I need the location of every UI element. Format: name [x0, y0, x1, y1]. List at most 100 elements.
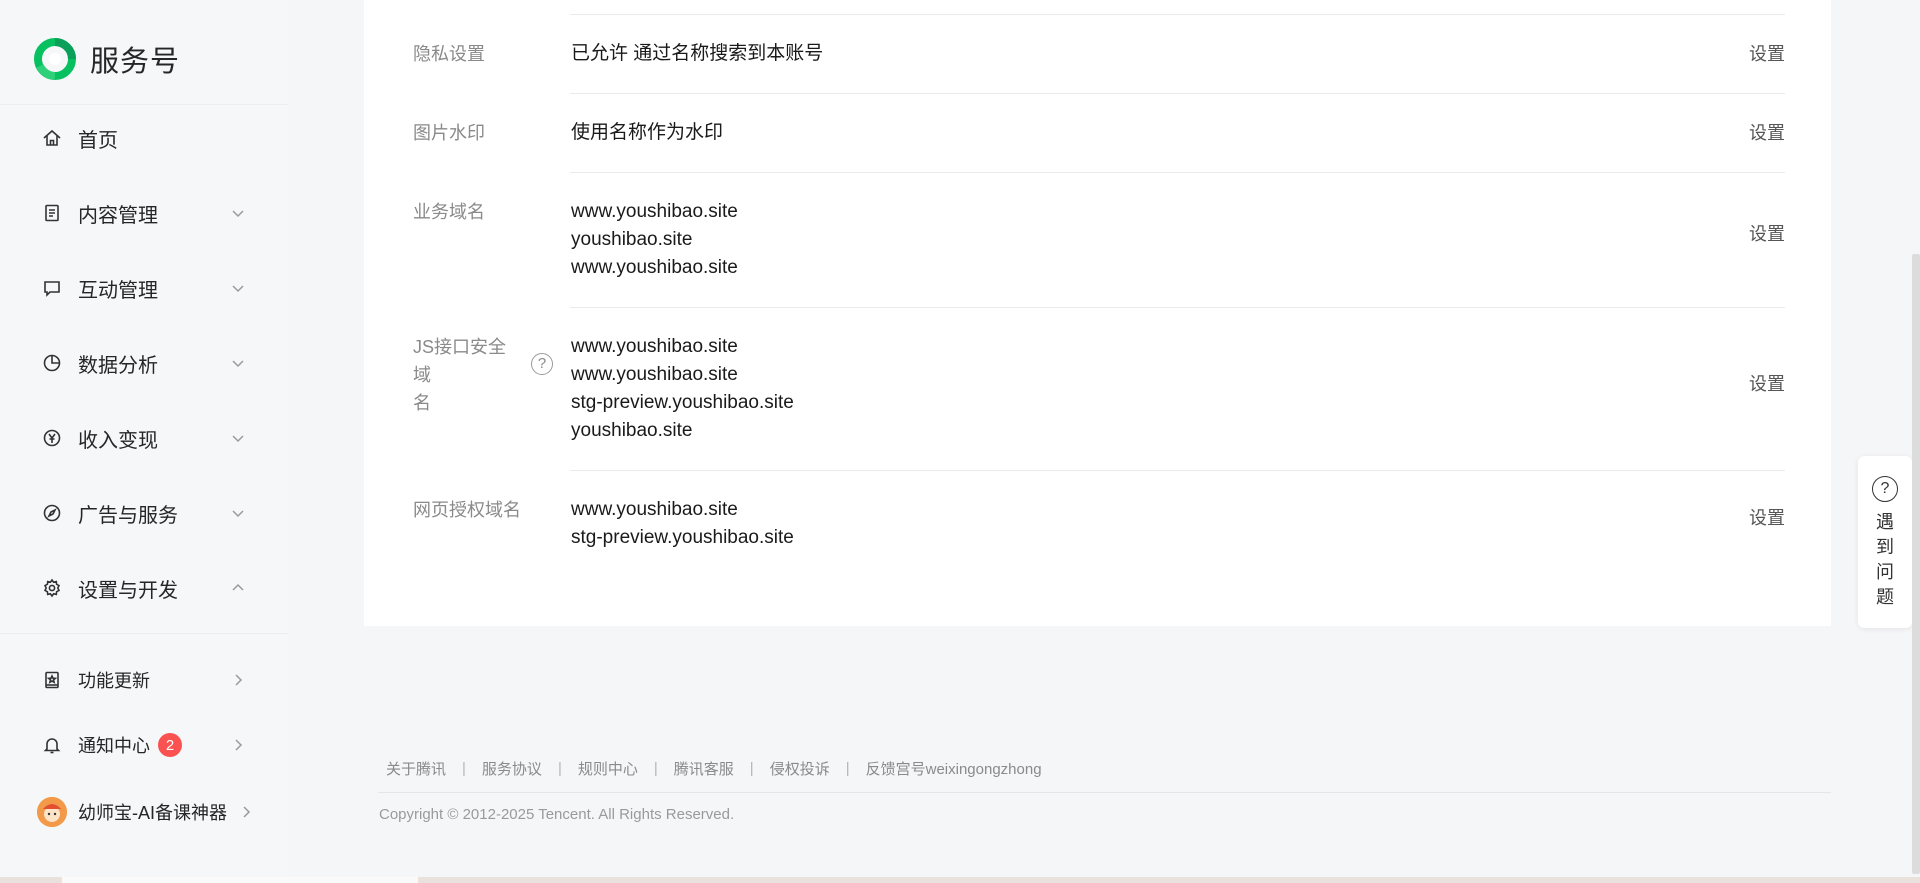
compass-icon	[40, 501, 64, 525]
row-value-line: youshibao.site	[571, 229, 693, 250]
row-divider	[570, 14, 1785, 15]
bell-icon	[40, 733, 64, 757]
settings-row-web-auth-domain: 网页授权域名 www.youshibao.site stg-preview.yo…	[364, 496, 1831, 556]
sidebar-divider	[0, 633, 288, 634]
chevron-down-icon	[228, 503, 248, 523]
bottom-strip	[0, 877, 1920, 883]
business-domain-settings-button[interactable]: 设置	[1749, 220, 1785, 248]
row-divider	[570, 470, 1785, 471]
footer-link-support[interactable]: 腾讯客服	[674, 758, 734, 779]
yuan-coin-icon	[40, 426, 64, 450]
document-icon	[40, 201, 64, 225]
sidebar-item-label: 互动管理	[78, 279, 158, 302]
scrollbar-thumb[interactable]	[1912, 254, 1920, 874]
row-label-line: JS接口安全域	[413, 337, 507, 385]
row-divider	[570, 172, 1785, 173]
settings-row-privacy: 隐私设置 已允许 通过名称搜索到本账号 设置	[364, 40, 1831, 94]
row-value-line: www.youshibao.site	[571, 364, 738, 385]
row-label: 网页授权域名	[413, 500, 521, 520]
settings-row-js-safe-domain: JS接口安全域 名 ? www.youshibao.site www.yoush…	[364, 333, 1831, 463]
row-value: www.youshibao.site youshibao.site www.yo…	[571, 198, 738, 282]
sidebar-item-analytics[interactable]: 数据分析	[40, 343, 254, 383]
row-label: 业务域名	[413, 202, 485, 222]
chevron-up-icon	[228, 578, 248, 598]
row-value: 使用名称作为水印	[571, 119, 723, 147]
sidebar-item-monetization[interactable]: 收入变现	[40, 418, 254, 458]
footer-link-about[interactable]: 关于腾讯	[386, 758, 446, 779]
avatar	[37, 797, 67, 827]
notification-count-badge: 2	[158, 733, 182, 757]
row-label: 隐私设置	[413, 44, 485, 64]
web-auth-domain-settings-button[interactable]: 设置	[1749, 504, 1785, 532]
bottom-strip-segment	[62, 877, 418, 883]
sidebar-item-label: 设置与开发	[78, 579, 178, 602]
footer-links: 关于腾讯 | 服务协议 | 规则中心 | 腾讯客服 | 侵权投诉 | 反馈宫号w…	[386, 758, 1042, 779]
sidebar-item-content[interactable]: 内容管理	[40, 193, 254, 233]
row-value-line: 已允许 通过名称搜索到本账号	[571, 43, 824, 64]
footer-link-infringement[interactable]: 侵权投诉	[770, 758, 830, 779]
row-label: 图片水印	[413, 123, 485, 143]
help-question-icon[interactable]: ?	[531, 353, 553, 375]
footer-separator: |	[557, 760, 562, 777]
copyright: Copyright © 2012-2025 Tencent. All Right…	[379, 806, 735, 823]
row-value-line: www.youshibao.site	[571, 201, 738, 222]
footer-separator: |	[653, 760, 658, 777]
privacy-settings-button[interactable]: 设置	[1749, 40, 1785, 68]
sidebar-item-home[interactable]: 首页	[40, 118, 254, 158]
row-value-line: www.youshibao.site	[571, 336, 738, 357]
service-account-logo-icon	[34, 38, 76, 80]
row-value-line: 使用名称作为水印	[571, 122, 724, 143]
sidebar-item-label: 内容管理	[78, 204, 158, 227]
settings-row-business-domain: 业务域名 www.youshibao.site youshibao.site w…	[364, 198, 1831, 306]
sidebar-item-interaction[interactable]: 互动管理	[40, 268, 254, 308]
sidebar-item-account[interactable]: 幼师宝-AI备课神器	[37, 792, 256, 832]
brand[interactable]: 服务号	[34, 36, 180, 82]
sidebar-item-label: 通知中心	[78, 736, 150, 756]
row-divider	[570, 307, 1785, 308]
js-safe-domain-settings-button[interactable]: 设置	[1749, 370, 1785, 398]
sidebar-item-label: 功能更新	[78, 671, 150, 691]
chat-bubble-icon	[40, 276, 64, 300]
watermark-settings-button[interactable]: 设置	[1749, 119, 1785, 147]
sidebar-item-updates[interactable]: 功能更新	[40, 660, 254, 700]
sidebar-divider	[0, 104, 288, 105]
row-label: JS接口安全域 名	[413, 333, 523, 417]
question-icon: ?	[1872, 476, 1898, 502]
sidebar-item-label: 广告与服务	[78, 504, 178, 527]
pie-chart-icon	[40, 351, 64, 375]
update-book-icon	[40, 668, 64, 692]
footer-separator: |	[749, 760, 754, 777]
footer-link-terms[interactable]: 服务协议	[482, 758, 542, 779]
footer-separator: |	[845, 760, 850, 777]
chevron-down-icon	[228, 428, 248, 448]
footer-divider	[378, 792, 1831, 793]
row-value-line: www.youshibao.site	[571, 257, 738, 278]
sidebar-item-label: 数据分析	[78, 354, 158, 377]
footer-link-feedback[interactable]: 反馈宫号weixingongzhong	[866, 758, 1042, 779]
help-float-button[interactable]: ? 遇到问题	[1858, 456, 1912, 628]
brand-name: 服务号	[90, 46, 181, 78]
help-float-label: 遇到问题	[1876, 512, 1894, 607]
sidebar-item-label: 首页	[78, 129, 118, 152]
sidebar-item-ads-services[interactable]: 广告与服务	[40, 493, 254, 533]
sidebar-item-notifications[interactable]: 通知中心 2	[40, 725, 254, 765]
gear-icon	[40, 576, 64, 600]
row-value-line: youshibao.site	[571, 420, 693, 441]
sidebar: 服务号 首页 内容管理 互动管理 数据分析 收入变现 广告与服务 设置与开发 功…	[0, 0, 288, 883]
settings-card: 隐私设置 已允许 通过名称搜索到本账号 设置 图片水印 使用名称作为水印 设置 …	[364, 0, 1831, 626]
chevron-right-icon	[228, 735, 248, 755]
footer-separator: |	[462, 760, 466, 777]
chevron-right-icon	[228, 670, 248, 690]
chevron-down-icon	[228, 278, 248, 298]
sidebar-item-label: 收入变现	[78, 429, 158, 452]
chevron-right-icon	[236, 802, 256, 822]
row-label-line: 名	[413, 393, 431, 413]
home-icon	[40, 126, 64, 150]
row-value-line: stg-preview.youshibao.site	[571, 392, 794, 413]
sidebar-item-settings-dev[interactable]: 设置与开发	[40, 568, 254, 608]
settings-row-watermark: 图片水印 使用名称作为水印 设置	[364, 119, 1831, 173]
page-scrollbar[interactable]	[1912, 0, 1920, 883]
chevron-down-icon	[228, 353, 248, 373]
row-divider	[570, 93, 1785, 94]
footer-link-rules[interactable]: 规则中心	[578, 758, 638, 779]
